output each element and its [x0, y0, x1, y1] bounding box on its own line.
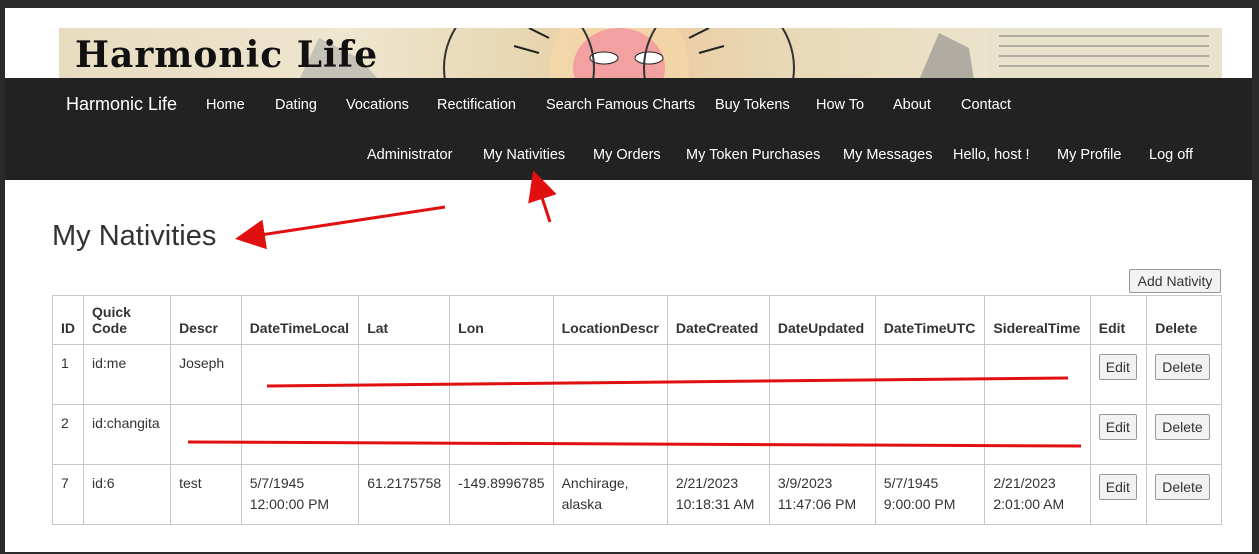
nav-about[interactable]: About	[893, 97, 931, 113]
header-lon: Lon	[449, 295, 554, 345]
header-datetimelocal: DateTimeLocal	[240, 295, 360, 345]
header-dateupdated: DateUpdated	[768, 295, 876, 345]
page-title: My Nativities	[52, 220, 217, 252]
cell-datecreated: 2/21/2023 10:18:31 AM	[666, 464, 770, 525]
cell-locationdescr: Anchirage, alaska	[552, 464, 668, 525]
table-row: 1 id:me Joseph Edit Delete	[52, 344, 1222, 405]
annotation-arrow-title	[235, 205, 446, 250]
nav-dating[interactable]: Dating	[275, 97, 317, 113]
cell-lat	[358, 344, 451, 405]
cell-siderealtime: 2/21/2023 2:01:00 AM	[984, 464, 1091, 525]
nav-vocations[interactable]: Vocations	[346, 97, 409, 113]
nav-hello-user[interactable]: Hello, host !	[953, 147, 1030, 163]
delete-button[interactable]: Delete	[1155, 474, 1210, 500]
header-quick-code: Quick Code	[82, 295, 172, 345]
edit-button[interactable]: Edit	[1098, 354, 1137, 380]
edit-button[interactable]: Edit	[1098, 414, 1137, 440]
cell-id: 7	[52, 464, 84, 525]
header-edit: Edit	[1089, 295, 1148, 345]
page-frame: Harmonic Life Harmonic Life Home Dating …	[5, 8, 1252, 552]
nav-my-nativities[interactable]: My Nativities	[483, 147, 565, 163]
cell-siderealtime	[984, 344, 1091, 405]
cell-edit: Edit	[1089, 344, 1148, 405]
cell-edit: Edit	[1089, 404, 1148, 465]
cell-quick-code: id:me	[82, 344, 172, 405]
nav-my-orders[interactable]: My Orders	[593, 147, 661, 163]
cell-descr: Joseph	[170, 344, 242, 405]
cell-delete: Delete	[1146, 464, 1222, 525]
cell-datetimelocal: 5/7/1945 12:00:00 PM	[240, 464, 360, 525]
cell-id: 1	[52, 344, 84, 405]
cell-datetimelocal	[240, 344, 360, 405]
site-banner: Harmonic Life	[59, 28, 1222, 80]
cell-dateupdated: 3/9/2023 11:47:06 PM	[768, 464, 876, 525]
nav-log-off[interactable]: Log off	[1149, 147, 1193, 163]
cell-datecreated	[666, 344, 770, 405]
main-navbar: Harmonic Life Home Dating Vocations Rect…	[5, 78, 1252, 180]
nav-administrator[interactable]: Administrator	[367, 147, 452, 163]
add-nativity-button[interactable]: Add Nativity	[1129, 269, 1221, 293]
cell-lat	[358, 404, 451, 465]
header-delete: Delete	[1146, 295, 1222, 345]
cell-dateupdated	[768, 404, 876, 465]
header-datecreated: DateCreated	[666, 295, 770, 345]
cell-edit: Edit	[1089, 464, 1148, 525]
cell-lat: 61.2175758	[358, 464, 451, 525]
delete-button[interactable]: Delete	[1155, 414, 1210, 440]
cell-dateupdated	[768, 344, 876, 405]
nav-search-famous-charts[interactable]: Search Famous Charts	[546, 97, 695, 113]
nav-contact[interactable]: Contact	[961, 97, 1011, 113]
cell-datetimeutc	[874, 344, 986, 405]
cell-datetimeutc: 5/7/1945 9:00:00 PM	[874, 464, 986, 525]
nav-buy-tokens[interactable]: Buy Tokens	[715, 97, 790, 113]
header-id: ID	[52, 295, 84, 345]
cell-lon	[449, 404, 554, 465]
cell-siderealtime	[984, 404, 1091, 465]
cell-locationdescr	[552, 344, 668, 405]
delete-button[interactable]: Delete	[1155, 354, 1210, 380]
annotation-arrow-nav	[528, 170, 557, 223]
nav-my-profile[interactable]: My Profile	[1057, 147, 1121, 163]
header-siderealtime: SiderealTime	[984, 295, 1091, 345]
cell-descr	[170, 404, 242, 465]
cell-datecreated	[666, 404, 770, 465]
cell-quick-code: id:changita	[82, 404, 172, 465]
cell-locationdescr	[552, 404, 668, 465]
nav-how-to[interactable]: How To	[816, 97, 864, 113]
cell-lon	[449, 344, 554, 405]
table-header-row: ID Quick Code Descr DateTimeLocal Lat Lo…	[52, 295, 1222, 345]
nav-my-token-purchases[interactable]: My Token Purchases	[686, 147, 820, 163]
nav-home[interactable]: Home	[206, 97, 245, 113]
cell-lon: -149.8996785	[449, 464, 554, 525]
navbar-brand[interactable]: Harmonic Life	[66, 94, 177, 115]
cell-descr: test	[170, 464, 242, 525]
header-datetimeutc: DateTimeUTC	[874, 295, 986, 345]
cell-id: 2	[52, 404, 84, 465]
header-descr: Descr	[170, 295, 242, 345]
cell-datetimeutc	[874, 404, 986, 465]
header-lat: Lat	[358, 295, 451, 345]
table-row: 2 id:changita Edit Delete	[52, 404, 1222, 465]
edit-button[interactable]: Edit	[1098, 474, 1137, 500]
table-row: 7 id:6 test 5/7/1945 12:00:00 PM 61.2175…	[52, 464, 1222, 525]
banner-logo-text: Harmonic Life	[75, 34, 379, 76]
cell-datetimelocal	[240, 404, 360, 465]
nav-my-messages[interactable]: My Messages	[843, 147, 932, 163]
header-locationdescr: LocationDescr	[552, 295, 668, 345]
cell-delete: Delete	[1146, 344, 1222, 405]
cell-quick-code: id:6	[82, 464, 172, 525]
nav-rectification[interactable]: Rectification	[437, 97, 516, 113]
nativities-table: ID Quick Code Descr DateTimeLocal Lat Lo…	[52, 295, 1222, 525]
cell-delete: Delete	[1146, 404, 1222, 465]
